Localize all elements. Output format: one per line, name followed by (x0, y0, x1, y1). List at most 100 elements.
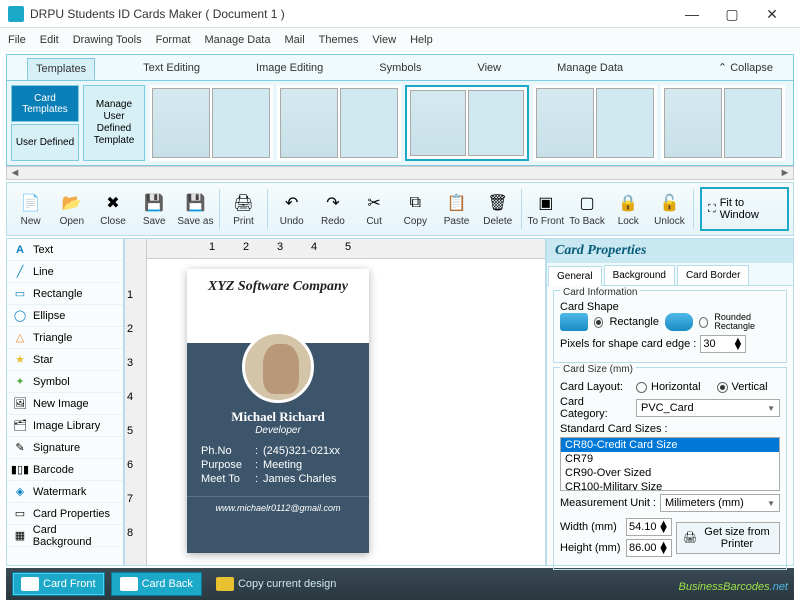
template-thumbnail[interactable] (277, 85, 401, 161)
menu-edit[interactable]: Edit (40, 34, 59, 46)
fit-to-window-button[interactable]: ⛶Fit to Window (700, 187, 789, 231)
menu-themes[interactable]: Themes (319, 34, 359, 46)
height-spinner[interactable]: 86.00▲▼ (626, 539, 672, 557)
tool-signature[interactable]: ✎Signature (7, 437, 123, 459)
tool-card-background[interactable]: ▦Card Background (7, 525, 123, 547)
ribbon-tab-symbols[interactable]: Symbols (371, 58, 429, 78)
delete-button[interactable]: 🗑Delete (478, 185, 517, 233)
tool-barcode[interactable]: ▮▯▮Barcode (7, 459, 123, 481)
tool-triangle[interactable]: △Triangle (7, 327, 123, 349)
minimize-button[interactable]: — (672, 2, 712, 26)
card-back-tab[interactable]: Card Back (111, 572, 202, 596)
menu-format[interactable]: Format (156, 34, 191, 46)
print-button[interactable]: 🖨Print (224, 185, 263, 233)
tool-symbol[interactable]: ✦Symbol (7, 371, 123, 393)
tool-card-properties[interactable]: ▭Card Properties (7, 503, 123, 525)
scroll-right-icon[interactable]: ► (777, 167, 793, 179)
list-item[interactable]: CR90-Over Sized (561, 466, 779, 480)
tool-star[interactable]: ★Star (7, 349, 123, 371)
open-button[interactable]: 📂Open (52, 185, 91, 233)
ribbon-tab-templates[interactable]: Templates (27, 58, 95, 80)
manage-user-defined-template-button[interactable]: Manage User Defined Template (83, 85, 145, 161)
width-spinner[interactable]: 54.10▲▼ (626, 518, 672, 536)
templates-scrollbar[interactable]: ◄ ► (6, 166, 794, 180)
measurement-unit-select[interactable]: Milimeters (mm)▼ (660, 494, 780, 512)
card-front-tab[interactable]: Card Front (12, 572, 105, 596)
template-thumbnail[interactable] (533, 85, 657, 161)
card-person-name[interactable]: Michael Richard (187, 409, 369, 425)
ribbon-collapse-button[interactable]: ⌃ Collapse (718, 61, 773, 74)
app-icon (8, 6, 24, 22)
get-size-from-printer-button[interactable]: 🖨Get size from Printer (676, 522, 780, 554)
radio-vertical[interactable] (717, 382, 728, 393)
menu-view[interactable]: View (372, 34, 396, 46)
tool-image-library[interactable]: 🗂Image Library (7, 415, 123, 437)
ribbon-tab-manage-data[interactable]: Manage Data (549, 58, 631, 78)
maximize-button[interactable]: ▢ (712, 2, 752, 26)
user-defined-button[interactable]: User Defined (11, 124, 79, 161)
ribbon-tab-strip: Templates Text Editing Image Editing Sym… (6, 54, 794, 80)
card-photo[interactable] (242, 331, 314, 403)
copy-current-design-button[interactable]: Copy current design (208, 572, 344, 596)
tool-new-image[interactable]: 🖼New Image (7, 393, 123, 415)
copy-button[interactable]: ⧉Copy (396, 185, 435, 233)
menu-manage-data[interactable]: Manage Data (204, 34, 270, 46)
lock-button[interactable]: 🔒Lock (609, 185, 648, 233)
close-icon: ✖ (102, 192, 124, 214)
close-button[interactable]: ✖Close (93, 185, 132, 233)
card-company-name[interactable]: XYZ Software Company (187, 279, 369, 295)
redo-button[interactable]: ↷Redo (313, 185, 352, 233)
tool-ellipse[interactable]: ◯Ellipse (7, 305, 123, 327)
paste-button[interactable]: 📋Paste (437, 185, 476, 233)
list-item[interactable]: CR79 (561, 452, 779, 466)
cut-button[interactable]: ✂Cut (355, 185, 394, 233)
template-thumbnail-selected[interactable] (405, 85, 529, 161)
unlock-button[interactable]: 🔓Unlock (650, 185, 689, 233)
undo-button[interactable]: ↶Undo (272, 185, 311, 233)
unlock-icon: 🔓 (658, 192, 680, 214)
card-field-purpose[interactable]: Purpose:Meeting (187, 458, 369, 472)
new-button[interactable]: 📄New (11, 185, 50, 233)
tab-background[interactable]: Background (604, 265, 675, 285)
menu-drawing-tools[interactable]: Drawing Tools (73, 34, 142, 46)
ribbon-tab-image-editing[interactable]: Image Editing (248, 58, 331, 78)
scroll-left-icon[interactable]: ◄ (7, 167, 23, 179)
menu-mail[interactable]: Mail (284, 34, 304, 46)
standard-card-sizes-listbox[interactable]: CR80-Credit Card Size CR79 CR90-Over Siz… (560, 437, 780, 491)
radio-rectangle[interactable] (594, 317, 603, 328)
card-role[interactable]: Developer (187, 425, 369, 436)
tool-text[interactable]: AText (7, 239, 123, 261)
tool-line[interactable]: ╱Line (7, 261, 123, 283)
menu-help[interactable]: Help (410, 34, 433, 46)
ribbon-tab-text-editing[interactable]: Text Editing (135, 58, 208, 78)
tool-watermark[interactable]: ◈Watermark (7, 481, 123, 503)
card-email[interactable]: www.michaelr0112@gmail.com (187, 496, 369, 513)
menu-file[interactable]: File (8, 34, 26, 46)
tab-card-border[interactable]: Card Border (677, 265, 749, 285)
tool-rectangle[interactable]: ▭Rectangle (7, 283, 123, 305)
card-templates-button[interactable]: Card Templates (11, 85, 79, 122)
card-field-meet-to[interactable]: Meet To:James Charles (187, 472, 369, 486)
list-item[interactable]: CR100-Military Size (561, 480, 779, 491)
lock-icon: 🔒 (617, 192, 639, 214)
template-thumbnail[interactable] (149, 85, 273, 161)
radio-horizontal[interactable] (636, 382, 647, 393)
pixels-edge-spinner[interactable]: 30▲▼ (700, 335, 746, 353)
template-thumbnail[interactable] (661, 85, 785, 161)
save-as-button[interactable]: 💾Save as (176, 185, 215, 233)
fit-icon: ⛶ (708, 203, 716, 216)
properties-body: Card Information Card Shape Rectangle Ro… (547, 286, 793, 578)
canvas[interactable]: 1 2 3 4 5 XYZ Software Company Michael R… (147, 239, 545, 565)
star-icon: ★ (13, 353, 27, 367)
id-card-preview[interactable]: XYZ Software Company Michael Richard Dev… (187, 269, 369, 553)
save-button[interactable]: 💾Save (135, 185, 174, 233)
list-item[interactable]: CR80-Credit Card Size (561, 438, 779, 452)
to-front-button[interactable]: ▣To Front (526, 185, 565, 233)
card-field-phone[interactable]: Ph.No:(245)321-021xx (187, 444, 369, 458)
close-window-button[interactable]: ✕ (752, 2, 792, 26)
tab-general[interactable]: General (548, 266, 602, 286)
to-back-button[interactable]: ▢To Back (567, 185, 606, 233)
ribbon-tab-view[interactable]: View (469, 58, 509, 78)
card-category-select[interactable]: PVC_Card▼ (636, 399, 780, 417)
radio-rounded-rectangle[interactable] (699, 317, 708, 328)
